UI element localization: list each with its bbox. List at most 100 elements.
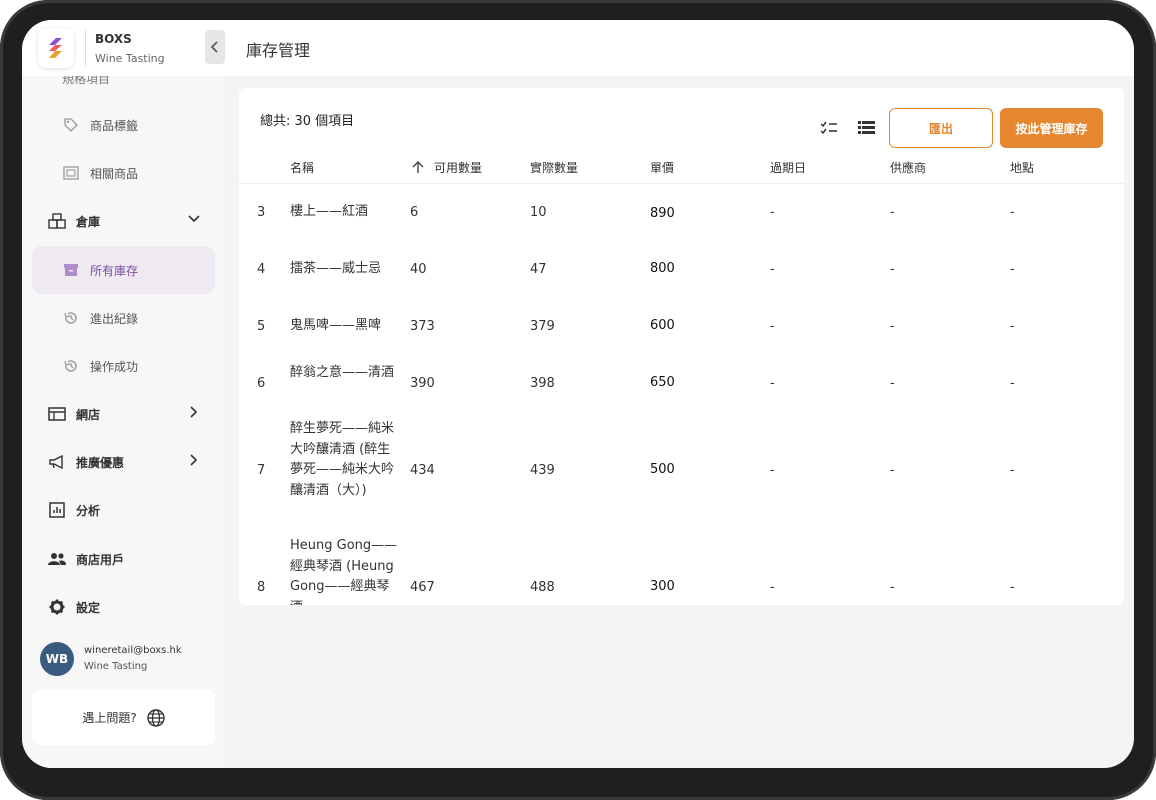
expiry-date: - <box>770 262 775 277</box>
column-header-supplier[interactable]: 供應商 <box>890 159 926 176</box>
column-header-available[interactable]: 可用數量 <box>434 159 482 176</box>
product-name[interactable]: 樓上——紅酒 <box>290 202 400 223</box>
actual-qty: 10 <box>530 205 547 220</box>
column-header-location[interactable]: 地點 <box>1010 159 1034 176</box>
location: - <box>1010 580 1015 595</box>
help-button[interactable]: 遇上問題? <box>32 690 215 745</box>
inventory-card: 總共: 30 個項目 匯出 按此管理庫存 名稱 可用數量 實際數量 單價 過期日… <box>239 88 1124 605</box>
archive-icon <box>62 261 80 279</box>
sidebar-item-label: 所有庫存 <box>90 263 139 278</box>
chevron-down-icon <box>188 215 200 223</box>
row-number: 7 <box>257 463 266 478</box>
chevron-right-icon <box>190 454 198 466</box>
column-header-actual[interactable]: 實際數量 <box>530 159 578 176</box>
product-name[interactable]: 擂茶——威士忌 <box>290 259 400 280</box>
history-icon <box>62 309 80 327</box>
list-view-icon[interactable] <box>858 121 875 135</box>
tag-icon <box>62 116 80 134</box>
expiry-date: - <box>770 205 775 220</box>
unit-price: 800 <box>650 261 675 276</box>
supplier: - <box>890 376 895 391</box>
location: - <box>1010 376 1015 391</box>
product-name[interactable]: 鬼馬啤——黑啤 <box>290 316 400 337</box>
unit-price: 890 <box>650 206 675 221</box>
expiry-date: - <box>770 580 775 595</box>
chevron-right-icon <box>190 406 198 418</box>
related-icon <box>62 164 80 182</box>
chevron-left-icon <box>210 41 218 53</box>
sidebar-item-all-inventory[interactable]: 所有庫存 <box>32 246 215 294</box>
page-title: 庫存管理 <box>246 41 311 60</box>
total-count: 總共: 30 個項目 <box>260 114 355 129</box>
sidebar-item-label: 網店 <box>76 407 101 422</box>
sidebar-item-online-store[interactable]: 網店 <box>32 391 215 437</box>
expiry-date: - <box>770 376 775 391</box>
user-email: wineretail@boxs.hk <box>84 645 182 656</box>
sidebar-item-label: 操作成功 <box>90 359 139 374</box>
actual-qty: 488 <box>530 580 555 595</box>
column-header-price[interactable]: 單價 <box>650 159 674 176</box>
row-number: 3 <box>257 205 266 220</box>
actual-qty: 398 <box>530 376 555 391</box>
row-number: 5 <box>257 319 266 334</box>
supplier: - <box>890 319 895 334</box>
sidebar-item-analytics[interactable]: 分析 <box>32 487 215 533</box>
unit-price: 300 <box>650 579 675 594</box>
available-qty: 40 <box>410 262 427 277</box>
sidebar-item-store-users[interactable]: 商店用戶 <box>32 536 215 582</box>
brand-subtitle: Wine Tasting <box>95 52 165 65</box>
row-number: 6 <box>257 376 266 391</box>
users-icon <box>48 550 66 568</box>
unit-price: 650 <box>650 375 675 390</box>
location: - <box>1010 463 1015 478</box>
available-qty: 434 <box>410 463 435 478</box>
globe-icon <box>146 708 165 727</box>
warehouse-icon <box>48 212 66 230</box>
header-divider <box>239 183 1124 184</box>
collapse-sidebar-button[interactable] <box>205 30 225 64</box>
gear-icon <box>48 598 66 616</box>
sidebar-item-label: 分析 <box>76 503 101 518</box>
expiry-date: - <box>770 319 775 334</box>
app-screen: 規格項目 BOXS Wine Tasting 商品標籤 相關商品 倉庫 所有庫存… <box>22 20 1134 768</box>
analytics-icon <box>48 501 66 519</box>
brand-name: BOXS <box>95 32 132 46</box>
sidebar-item-tags[interactable]: 商品標籤 <box>32 102 215 148</box>
available-qty: 467 <box>410 580 435 595</box>
export-button[interactable]: 匯出 <box>889 108 993 148</box>
sidebar-item-label: 進出紀錄 <box>90 311 139 326</box>
sidebar: 規格項目 BOXS Wine Tasting 商品標籤 相關商品 倉庫 所有庫存… <box>22 20 225 768</box>
product-name[interactable]: 醉翁之意——清酒 <box>290 363 400 384</box>
row-number: 4 <box>257 262 266 277</box>
sidebar-header: BOXS Wine Tasting <box>22 20 225 76</box>
sidebar-item-label: 推廣優惠 <box>76 455 125 470</box>
logo-icon <box>49 38 62 58</box>
column-header-name[interactable]: 名稱 <box>290 159 314 176</box>
store-icon <box>48 405 66 423</box>
sidebar-item-label: 相關商品 <box>90 166 139 181</box>
available-qty: 373 <box>410 319 435 334</box>
unit-price: 600 <box>650 318 675 333</box>
sidebar-item-related[interactable]: 相關商品 <box>32 150 215 196</box>
available-qty: 390 <box>410 376 435 391</box>
manage-inventory-button[interactable]: 按此管理庫存 <box>1000 108 1103 148</box>
supplier: - <box>890 205 895 220</box>
sidebar-item-settings[interactable]: 設定 <box>32 584 215 630</box>
column-header-expiry[interactable]: 過期日 <box>770 159 806 176</box>
product-name[interactable]: 醉生夢死——純米大吟釀清酒 (醉生夢死——純米大吟釀清酒（大）) <box>290 419 400 501</box>
app-logo[interactable] <box>38 28 74 68</box>
help-label: 遇上問題? <box>82 711 137 725</box>
history-icon <box>62 357 80 375</box>
sidebar-item-inout-records[interactable]: 進出紀錄 <box>32 295 215 341</box>
product-name[interactable]: Heung Gong——經典琴酒 (Heung Gong——經典琴酒 <box>290 536 400 605</box>
avatar[interactable]: WB <box>40 642 74 676</box>
unit-price: 500 <box>650 462 675 477</box>
sidebar-item-promotions[interactable]: 推廣優惠 <box>32 439 215 485</box>
supplier: - <box>890 463 895 478</box>
top-bar: 庫存管理 <box>225 20 1134 76</box>
sidebar-item-operation-success[interactable]: 操作成功 <box>32 343 215 389</box>
checklist-icon[interactable] <box>820 121 838 135</box>
row-number: 8 <box>257 580 266 595</box>
sort-arrow-up-icon[interactable] <box>412 160 424 174</box>
sidebar-item-warehouse[interactable]: 倉庫 <box>32 198 215 244</box>
